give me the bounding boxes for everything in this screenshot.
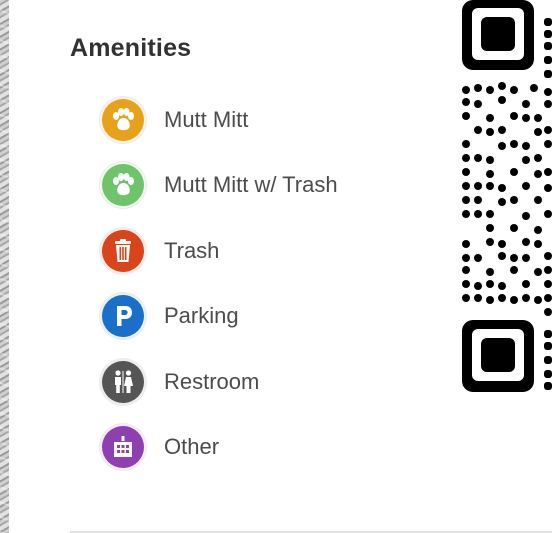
legend-item-mutt-mitt: Mutt Mitt (100, 96, 430, 144)
legend-item-label: Trash (164, 238, 220, 263)
parking-icon (100, 293, 146, 339)
legend-item-label: Restroom (164, 369, 260, 394)
legend-item-label: Mutt Mitt (164, 107, 249, 132)
legend-item-mutt-mitt-trash: Mutt Mitt w/ Trash (100, 161, 430, 209)
legend-item-restroom: Restroom (100, 358, 430, 406)
restroom-icon (100, 359, 146, 405)
building-icon (100, 424, 146, 470)
legend-item-trash: Trash (100, 227, 430, 275)
legend-title: Amenities (70, 34, 192, 62)
legend-item-parking: Parking (100, 292, 430, 340)
trash-can-icon (100, 228, 146, 274)
legend-item-other: Other (100, 423, 430, 471)
qr-code-icon (462, 0, 552, 392)
paw-icon (100, 97, 146, 143)
legend-item-label: Mutt Mitt w/ Trash (164, 172, 338, 197)
legend-item-label: Other (164, 434, 220, 459)
paw-icon (100, 162, 146, 208)
legend-item-label: Parking (164, 303, 239, 328)
map-background-edge (0, 0, 9, 533)
